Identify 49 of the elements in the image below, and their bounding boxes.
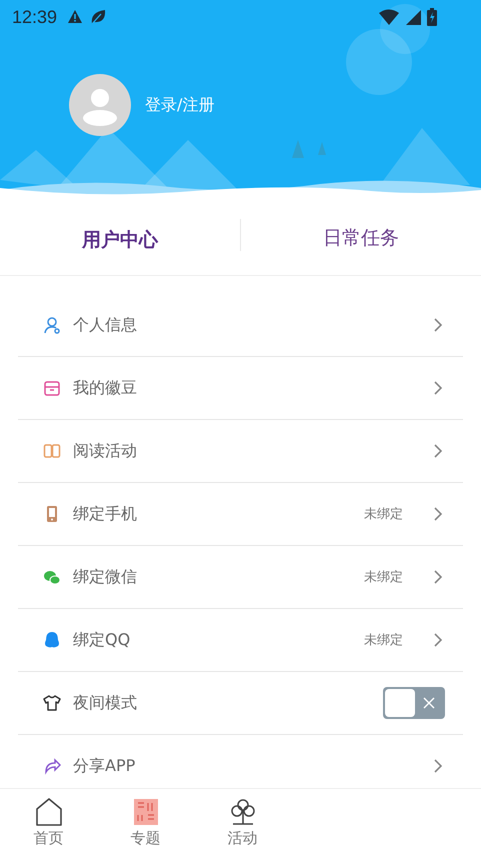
book-icon: [43, 442, 61, 460]
menu-label: 绑定微信: [73, 566, 138, 588]
nav-tab[interactable]: 活动: [194, 789, 291, 855]
box-icon: [43, 379, 61, 397]
menu-label: 阅读活动: [73, 440, 138, 462]
shirt-icon: [43, 694, 61, 712]
nav-tab[interactable]: 首页: [0, 789, 97, 855]
leaf-icon: [89, 8, 108, 26]
tree-icon: [318, 142, 326, 155]
menu-item[interactable]: 我的徽豆: [18, 357, 463, 420]
menu-item[interactable]: 个人信息: [18, 294, 463, 357]
nav-tab[interactable]: 专题: [97, 789, 194, 855]
menu-label: 分享APP: [73, 756, 136, 776]
chevron-right-icon: [433, 632, 443, 648]
chevron-right-icon: [433, 317, 443, 333]
menu-item[interactable]: 绑定微信 未绑定: [18, 546, 463, 609]
menu-label: 绑定手机: [73, 504, 138, 524]
share-icon: [43, 757, 61, 775]
avatar-icon: [69, 74, 131, 136]
status-label: 未绑定: [364, 569, 403, 586]
wifi-icon: [379, 9, 399, 25]
signal-icon: [405, 9, 421, 25]
menu-label: 个人信息: [73, 314, 138, 336]
warning-icon: [67, 9, 84, 25]
menu-item[interactable]: 绑定手机 未绑定: [18, 483, 463, 546]
status-time: 12:39: [12, 6, 58, 28]
chevron-right-icon: [433, 569, 443, 585]
status-label: 未绑定: [364, 506, 403, 523]
person-icon: [43, 316, 61, 334]
menu-item[interactable]: 阅读活动: [18, 420, 463, 483]
menu-item[interactable]: 绑定QQ 未绑定: [18, 609, 463, 672]
menu-label: 我的徽豆: [73, 378, 138, 398]
penguin-icon: [43, 631, 61, 649]
chevron-right-icon: [433, 380, 443, 396]
tab[interactable]: 日常任务: [241, 219, 481, 251]
chat-bubbles-icon: [43, 568, 61, 586]
tab[interactable]: 用户中心: [0, 217, 240, 253]
menu-label: 绑定QQ: [73, 630, 132, 650]
tree-icon: [292, 140, 304, 158]
chevron-right-icon: [433, 443, 443, 459]
menu-item[interactable]: 夜间模式: [18, 672, 463, 735]
chevron-right-icon: [433, 758, 443, 774]
close-icon: [423, 697, 435, 709]
home-icon: [34, 796, 64, 826]
status-label: 未绑定: [364, 632, 403, 649]
battery-icon: [427, 8, 437, 26]
menu-label: 夜间模式: [73, 692, 138, 714]
toggle-switch[interactable]: [383, 687, 445, 719]
chevron-right-icon: [433, 506, 443, 522]
